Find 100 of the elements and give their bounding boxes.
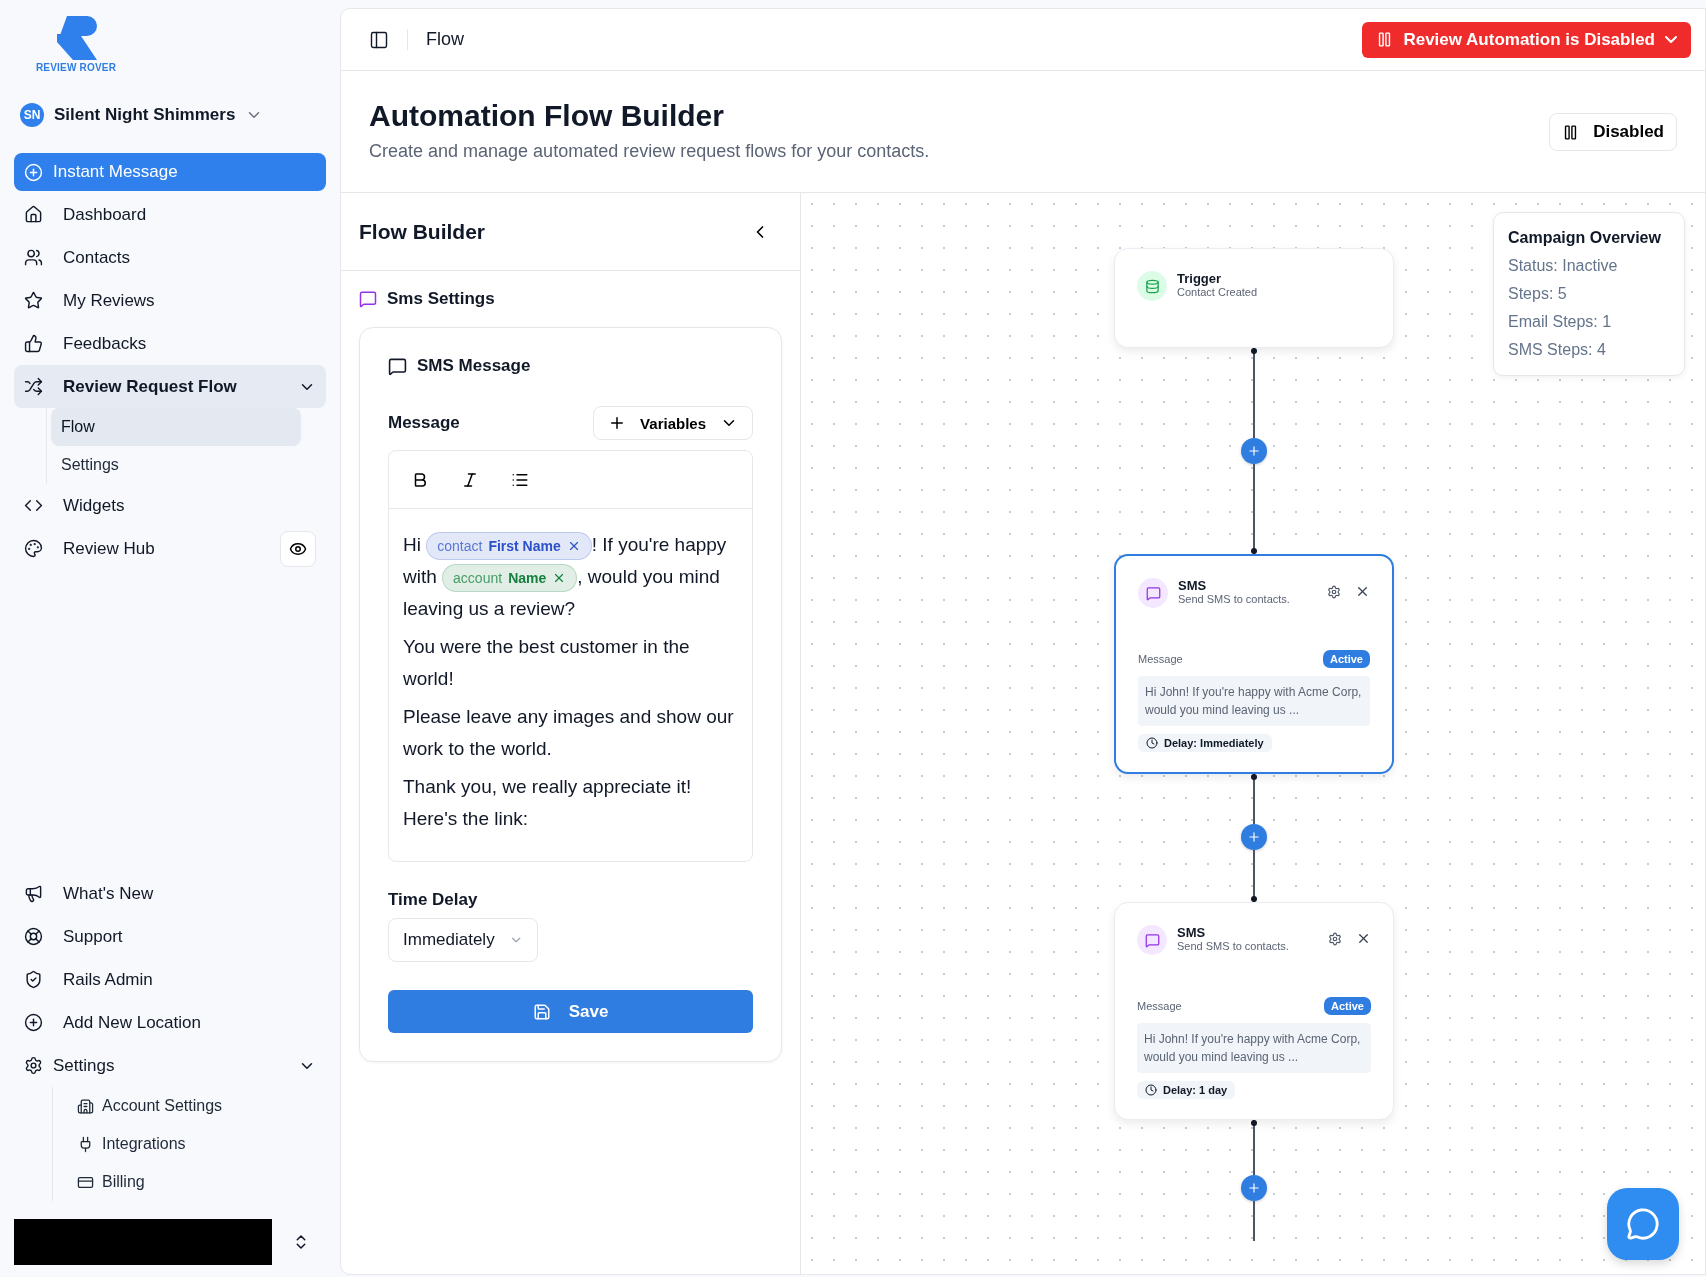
node-label: Message bbox=[1137, 1000, 1182, 1012]
nav-item[interactable]: What's New bbox=[14, 872, 326, 915]
clock-icon bbox=[1146, 737, 1158, 749]
nav-icon bbox=[24, 970, 43, 989]
chat-button[interactable] bbox=[1607, 1188, 1679, 1260]
sms-node[interactable]: SMS Send SMS to contacts. Message Active Hi John! If you're happy with Acme Corp, would you mind leaving us ... Delay: 1 day bbox=[1114, 902, 1394, 1120]
database-icon bbox=[1137, 271, 1167, 301]
message-icon bbox=[1138, 578, 1168, 608]
plus-circle-icon bbox=[24, 162, 43, 182]
variable-chip[interactable]: account Name bbox=[442, 564, 578, 592]
nav-subitem[interactable]: Integrations bbox=[67, 1125, 317, 1163]
nav-icon bbox=[24, 205, 43, 224]
panel-title: Flow Builder bbox=[359, 219, 485, 244]
node-title: Trigger bbox=[1177, 271, 1223, 286]
instant-message-button[interactable]: Instant Message bbox=[14, 153, 326, 191]
status-badge: Active bbox=[1322, 650, 1370, 668]
sidebar-toggle-icon[interactable] bbox=[369, 29, 389, 50]
connector-line bbox=[1253, 1201, 1255, 1241]
overview-stat: Status: Inactive bbox=[1508, 257, 1619, 275]
preview-button[interactable] bbox=[280, 530, 316, 567]
variables-button[interactable]: Variables bbox=[593, 406, 753, 440]
breadcrumb: Flow bbox=[407, 29, 464, 50]
nav-item[interactable]: Settings bbox=[14, 1044, 326, 1087]
chat-icon bbox=[1626, 1207, 1660, 1241]
italic-icon bbox=[461, 470, 479, 489]
delay-tag: Delay: Immediately bbox=[1138, 734, 1272, 752]
subitem-icon bbox=[77, 1097, 94, 1115]
variable-chip[interactable]: contact First Name bbox=[426, 532, 592, 560]
nav-subitem[interactable]: Billing bbox=[67, 1163, 317, 1201]
nav-item[interactable]: Review Hub bbox=[14, 527, 326, 570]
node-label: Message bbox=[1138, 653, 1183, 665]
close-icon[interactable] bbox=[1355, 584, 1370, 599]
add-step-button[interactable] bbox=[1241, 824, 1267, 850]
plus-icon bbox=[1247, 829, 1261, 845]
nav-icon bbox=[24, 1056, 43, 1075]
save-icon bbox=[532, 1002, 551, 1021]
connector-line bbox=[1251, 774, 1257, 824]
nav-subitem[interactable]: Settings bbox=[51, 446, 301, 484]
close-icon[interactable] bbox=[1356, 931, 1371, 946]
nav-item[interactable]: Widgets bbox=[14, 484, 326, 527]
field-label: Message bbox=[388, 413, 460, 433]
settings-icon[interactable] bbox=[1328, 931, 1342, 946]
status-badge: Active bbox=[1323, 997, 1371, 1015]
node-subtitle: Contact Created bbox=[1177, 286, 1259, 298]
message-paragraph: Hi contact First Name ! If you're happy with account Name , would you mind leaving us a review? bbox=[403, 529, 738, 625]
connector-line bbox=[1251, 850, 1257, 902]
clock-icon bbox=[1145, 1084, 1157, 1096]
overview-stat: SMS Steps: 4 bbox=[1508, 341, 1607, 359]
overview-title: Campaign Overview bbox=[1508, 229, 1662, 247]
message-paragraph: Please leave any images and show our work to the world. bbox=[403, 705, 735, 761]
overview-stat: Steps: 5 bbox=[1508, 285, 1568, 303]
message-editor[interactable] bbox=[388, 450, 753, 862]
node-subtitle: Send SMS to contacts. bbox=[1178, 593, 1291, 605]
nav-icon bbox=[24, 248, 43, 267]
card-title: SMS Message bbox=[417, 356, 531, 376]
field-label: Time Delay bbox=[388, 890, 479, 910]
node-subtitle: Send SMS to contacts. bbox=[1177, 940, 1290, 952]
nav-icon bbox=[24, 334, 43, 353]
nav-icon bbox=[24, 884, 43, 903]
nav-subitem[interactable]: Flow bbox=[51, 408, 301, 446]
section-title: Sms Settings bbox=[387, 289, 495, 309]
nav-item[interactable]: Add New Location bbox=[14, 1001, 326, 1044]
automation-status-button[interactable]: Review Automation is Disabled bbox=[1362, 21, 1691, 58]
nav-item[interactable]: Dashboard bbox=[14, 193, 326, 236]
nav-icon bbox=[24, 1013, 43, 1032]
message-paragraph: Thank you, we really appreciate it! Here's the link: bbox=[403, 775, 693, 831]
message-icon bbox=[1137, 925, 1167, 955]
sms-node[interactable]: SMS Send SMS to contacts. Message Active Hi John! If you're happy with Acme Corp, would you mind leaving us ... Delay: Immediately bbox=[1114, 554, 1394, 774]
page-subtitle: Create and manage automated review request flows for your contacts. bbox=[369, 141, 931, 162]
nav-item[interactable]: Support bbox=[14, 915, 326, 958]
connector-line bbox=[1251, 1120, 1257, 1175]
message-preview: Hi John! If you're happy with Acme Corp, would you mind leaving us ... bbox=[1138, 676, 1370, 726]
nav-item[interactable]: Rails Admin bbox=[14, 958, 326, 1001]
page-title: Automation Flow Builder bbox=[369, 99, 725, 133]
nav-icon bbox=[24, 927, 43, 946]
nav-item[interactable]: Contacts bbox=[14, 236, 326, 279]
delay-tag: Delay: 1 day bbox=[1137, 1081, 1236, 1099]
account-switcher[interactable]: SN Silent Night Shimmers bbox=[20, 103, 326, 127]
settings-icon[interactable] bbox=[1327, 584, 1341, 599]
nav-subitem[interactable]: Account Settings bbox=[67, 1087, 317, 1125]
message-paragraph: You were the best customer in the world! bbox=[403, 635, 691, 691]
time-delay-select[interactable]: Immediately bbox=[388, 918, 538, 962]
account-avatar: SN bbox=[20, 103, 44, 127]
message-icon bbox=[359, 290, 377, 308]
save-button[interactable]: Save bbox=[388, 990, 753, 1033]
brand-name: REVIEW ROVER bbox=[35, 62, 117, 73]
nav-icon bbox=[24, 377, 43, 396]
nav-item[interactable]: Review Request Flow bbox=[14, 365, 326, 408]
add-step-button[interactable] bbox=[1241, 1175, 1267, 1201]
plus-icon bbox=[1247, 1180, 1261, 1196]
node-title: SMS bbox=[1178, 578, 1208, 593]
nav-item[interactable]: My Reviews bbox=[14, 279, 326, 322]
overview-stat: Email Steps: 1 bbox=[1508, 313, 1613, 331]
message-icon bbox=[388, 356, 407, 376]
add-step-button[interactable] bbox=[1241, 438, 1267, 464]
trigger-node[interactable]: Trigger Contact Created bbox=[1114, 248, 1394, 348]
nav-icon bbox=[24, 539, 43, 558]
node-title: SMS bbox=[1177, 925, 1207, 940]
message-preview: Hi John! If you're happy with Acme Corp, would you mind leaving us ... bbox=[1137, 1023, 1371, 1073]
nav-item[interactable]: Feedbacks bbox=[14, 322, 326, 365]
